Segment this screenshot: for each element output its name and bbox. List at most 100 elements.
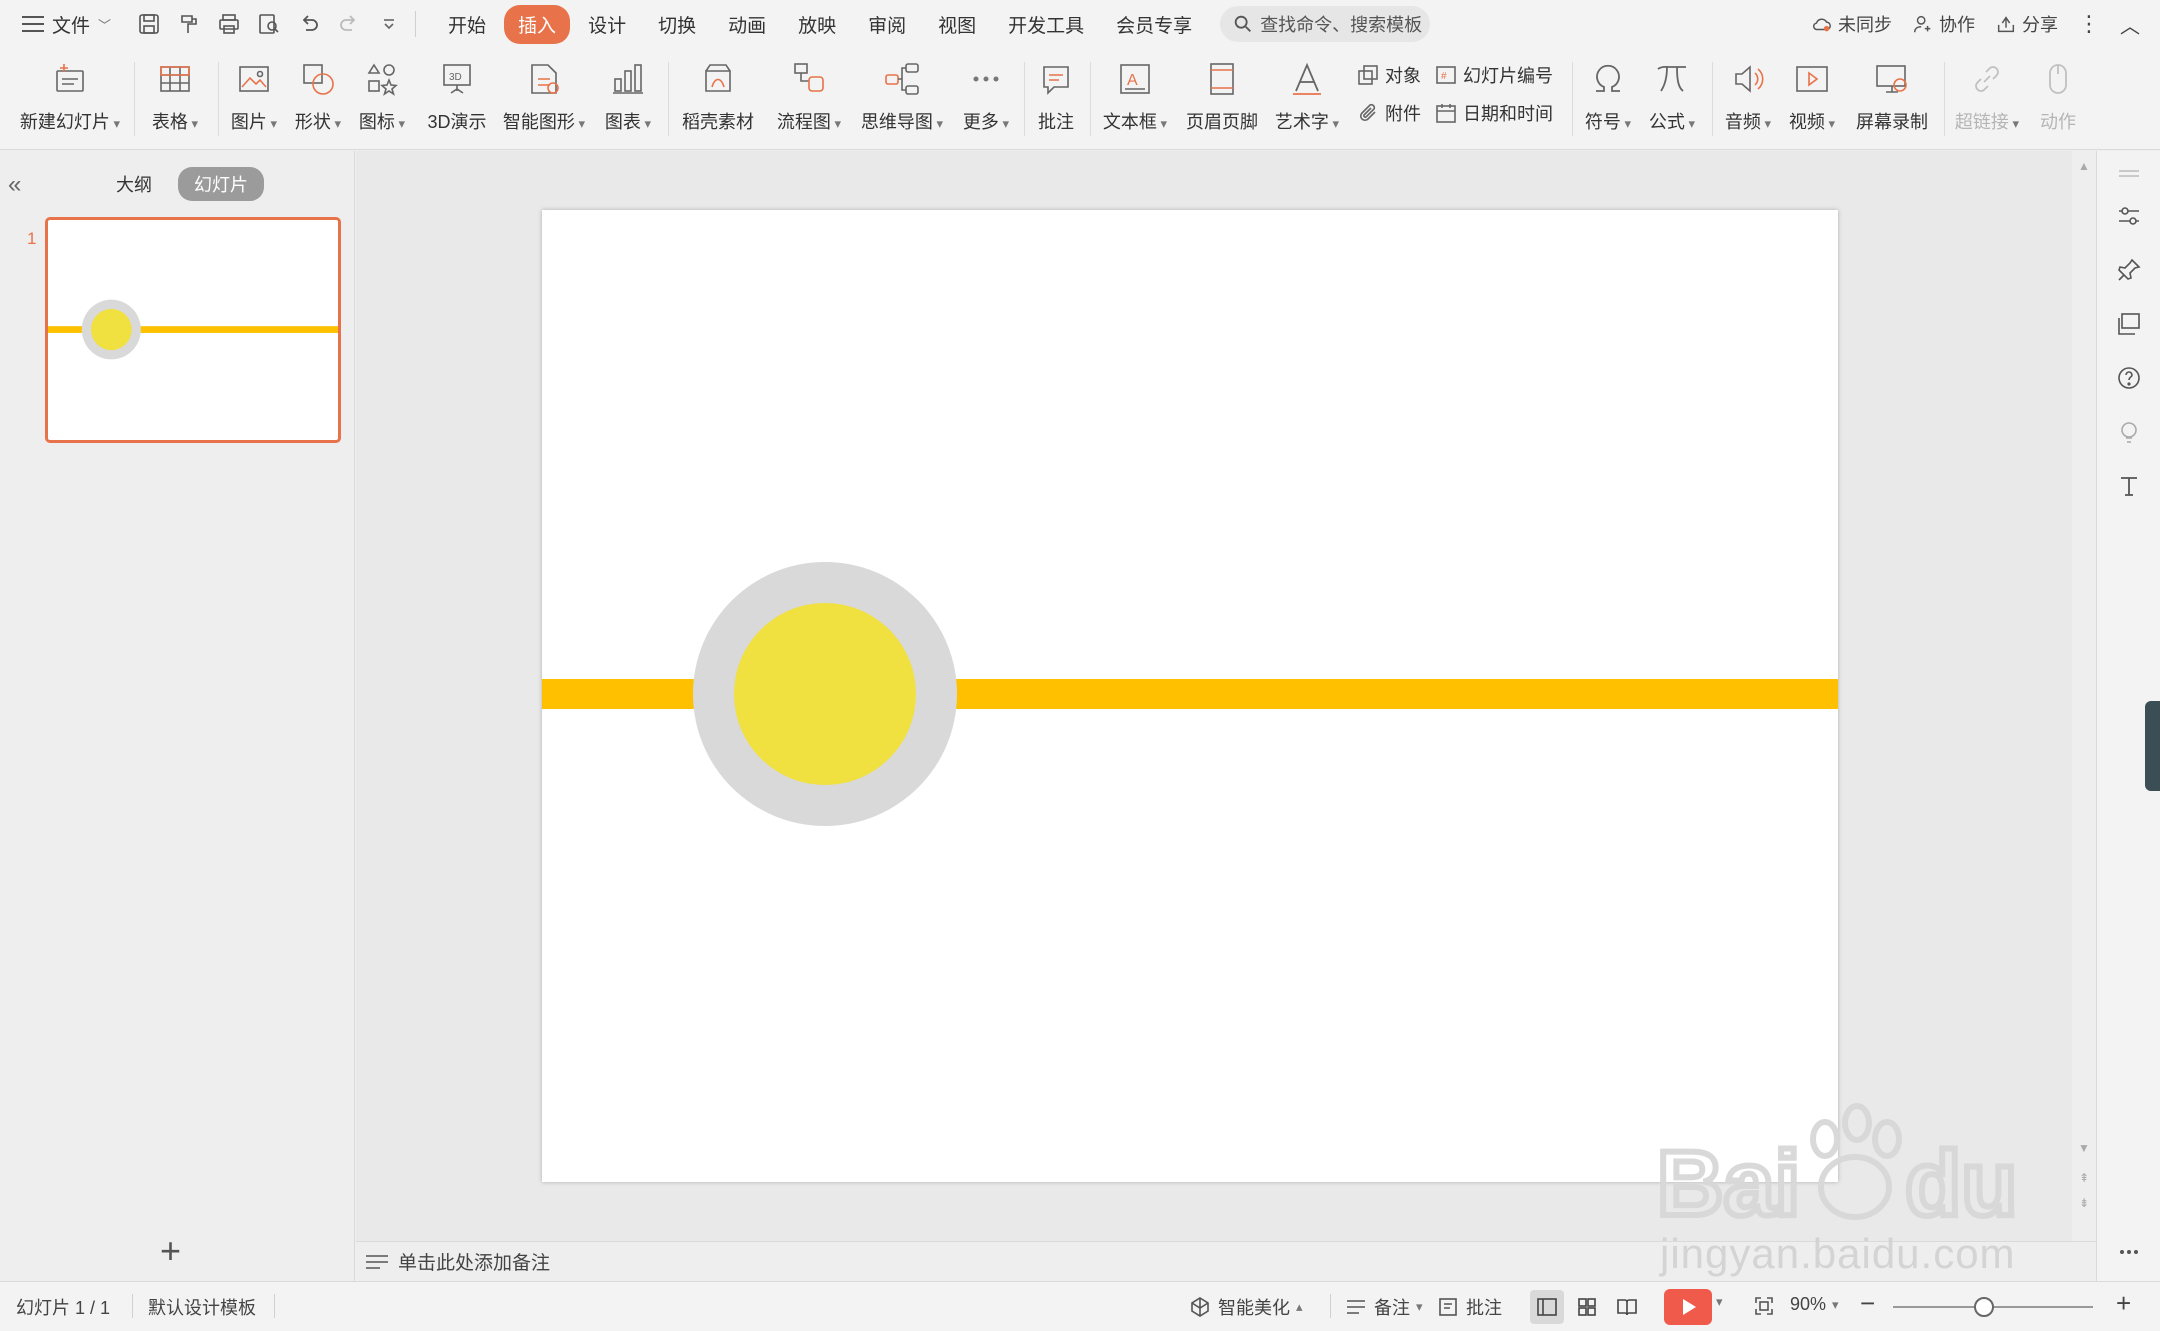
tab-insert[interactable]: 插入	[504, 4, 571, 44]
play-slideshow-button[interactable]	[1664, 1289, 1712, 1325]
tab-review[interactable]: 审阅	[854, 5, 920, 44]
lightbulb-icon[interactable]	[2115, 418, 2143, 446]
audio-button[interactable]: 音频 ▾	[1720, 56, 1776, 142]
file-menu[interactable]: 文件 ﹀	[0, 0, 125, 48]
share-button[interactable]: 分享	[1995, 11, 2058, 37]
shape-button[interactable]: 形状 ▾	[290, 56, 346, 142]
datetime-label: 日期和时间	[1463, 104, 1553, 124]
table-button[interactable]: 表格 ▾	[142, 56, 208, 142]
tab-slides[interactable]: 幻灯片	[178, 167, 264, 201]
tab-slideshow[interactable]: 放映	[784, 5, 850, 44]
chart-button[interactable]: 图表 ▾	[600, 56, 656, 142]
more-button[interactable]: 更多 ▾	[958, 56, 1014, 142]
prev-slide-icon[interactable]: ⇞	[2078, 1171, 2090, 1185]
notes-area[interactable]: 单击此处添加备注	[356, 1241, 2096, 1281]
sync-status[interactable]: 未同步	[1811, 11, 1892, 37]
scroll-down-icon[interactable]: ▼	[2078, 1141, 2090, 1155]
header-footer-button[interactable]: 页眉页脚	[1184, 56, 1260, 142]
action-button[interactable]: 动作	[2030, 56, 2086, 142]
video-button[interactable]: 视频 ▾	[1784, 56, 1840, 142]
more-options-icon[interactable]	[2115, 1238, 2143, 1266]
menu-left: 文件 ﹀ 开始 插入 设计 切换 动画 放映 审阅 视图 开发工具 会员专享 查…	[0, 0, 1431, 48]
object-button[interactable]: 对象	[1356, 62, 1421, 88]
slide-thumbnail[interactable]	[45, 217, 341, 443]
beautify-icon	[1191, 1297, 1209, 1317]
print-preview-icon[interactable]	[251, 6, 287, 42]
hyperlink-label: 超链接	[1954, 112, 2009, 132]
tab-home[interactable]: 开始	[434, 5, 500, 44]
template-name[interactable]: 默认设计模板	[148, 1294, 256, 1320]
hyperlink-button[interactable]: 超链接 ▾	[1952, 56, 2022, 142]
tab-design[interactable]: 设计	[574, 5, 640, 44]
zoom-slider-knob[interactable]	[1974, 1297, 1994, 1317]
daoke-material-button[interactable]: 稻壳素材	[676, 56, 760, 142]
formula-button[interactable]: 公式 ▾	[1644, 56, 1700, 142]
zoom-out-button[interactable]: −	[1860, 1288, 1875, 1319]
wordart-button[interactable]: 艺术字 ▾	[1272, 56, 1342, 142]
shape-label: 形状	[294, 112, 331, 132]
more-menu-icon[interactable]: ⋮	[2078, 11, 2100, 37]
icon-button[interactable]: 图标 ▾	[354, 56, 410, 142]
text-format-icon[interactable]	[2115, 472, 2143, 500]
chart-icon	[605, 56, 651, 102]
screen-record-label: 屏幕录制	[1856, 112, 1928, 132]
print-icon[interactable]	[211, 6, 247, 42]
tab-member[interactable]: 会员专享	[1102, 5, 1206, 44]
smartart-button[interactable]: 智能图形 ▾	[502, 56, 586, 142]
tab-outline[interactable]: 大纲	[100, 167, 168, 201]
zoom-in-button[interactable]: +	[2116, 1288, 2131, 1319]
sidebar-tab-handle[interactable]	[2145, 701, 2160, 791]
slide-library-icon[interactable]	[2115, 310, 2143, 338]
play-options-dropdown[interactable]: ▾	[1716, 1294, 1723, 1310]
comment-button[interactable]: 批注	[1032, 56, 1080, 142]
textbox-button[interactable]: A 文本框 ▾	[1098, 56, 1172, 142]
next-slide-icon[interactable]: ⇟	[2078, 1196, 2090, 1210]
collapse-pane-icon[interactable]: «	[8, 171, 21, 199]
pin-icon[interactable]	[2115, 256, 2143, 284]
screen-record-button[interactable]: 屏幕录制	[1852, 56, 1932, 142]
tab-transition[interactable]: 切换	[644, 5, 710, 44]
scroll-up-icon[interactable]: ▲	[2078, 159, 2090, 173]
reading-view-button[interactable]	[1610, 1290, 1644, 1324]
screen-record-icon	[1869, 56, 1915, 102]
format-painter-icon[interactable]	[171, 6, 207, 42]
collapse-ribbon-icon[interactable]: ︿	[2120, 10, 2140, 39]
sync-label: 未同步	[1838, 15, 1892, 35]
add-slide-button[interactable]: +	[160, 1233, 181, 1269]
customize-toolbar-icon[interactable]	[371, 6, 407, 42]
sidebar-handle-icon[interactable]	[2115, 159, 2143, 187]
speaker-icon	[1725, 56, 1771, 102]
inner-circle-shape[interactable]	[734, 603, 916, 785]
redo-icon[interactable]	[331, 6, 367, 42]
flowchart-button[interactable]: 流程图 ▾	[772, 56, 846, 142]
slide-canvas[interactable]	[542, 210, 1838, 1182]
vertical-scrollbar[interactable]: ▲ ▼ ⇞ ⇟	[2072, 151, 2096, 1241]
slide-number-button[interactable]: # 幻灯片编号	[1434, 62, 1553, 88]
normal-view-button[interactable]	[1530, 1290, 1564, 1324]
properties-icon[interactable]	[2115, 202, 2143, 230]
symbol-button[interactable]: 符号 ▾	[1580, 56, 1636, 142]
smart-beautify-button[interactable]: 智能美化 ▴	[1188, 1294, 1303, 1320]
command-search[interactable]: 查找命令、搜索模板	[1220, 6, 1431, 42]
datetime-button[interactable]: 日期和时间	[1434, 100, 1553, 126]
tab-developer[interactable]: 开发工具	[994, 5, 1098, 44]
collab-button[interactable]: 协作	[1912, 11, 1975, 37]
new-slide-button[interactable]: 新建幻灯片 ▾	[16, 56, 124, 142]
mindmap-button[interactable]: 思维导图 ▾	[858, 56, 946, 142]
3d-demo-button[interactable]: 3D 3D演示	[424, 56, 490, 142]
undo-icon[interactable]	[291, 6, 327, 42]
attachment-button[interactable]: 附件	[1356, 100, 1421, 126]
mindmap-icon	[879, 56, 925, 102]
grid-view-icon	[1578, 1298, 1596, 1316]
zoom-level[interactable]: 90% ▾	[1790, 1294, 1839, 1315]
tab-view[interactable]: 视图	[924, 5, 990, 44]
comments-toggle[interactable]: 批注	[1436, 1294, 1502, 1320]
tab-animation[interactable]: 动画	[714, 5, 780, 44]
help-icon[interactable]	[2115, 364, 2143, 392]
save-icon[interactable]	[131, 6, 167, 42]
sorter-view-button[interactable]	[1570, 1290, 1604, 1324]
textbox-label: 文本框	[1102, 112, 1157, 132]
picture-button[interactable]: 图片 ▾	[226, 56, 282, 142]
notes-toggle[interactable]: 备注 ▾	[1344, 1294, 1423, 1320]
fit-window-button[interactable]	[1752, 1294, 1776, 1318]
